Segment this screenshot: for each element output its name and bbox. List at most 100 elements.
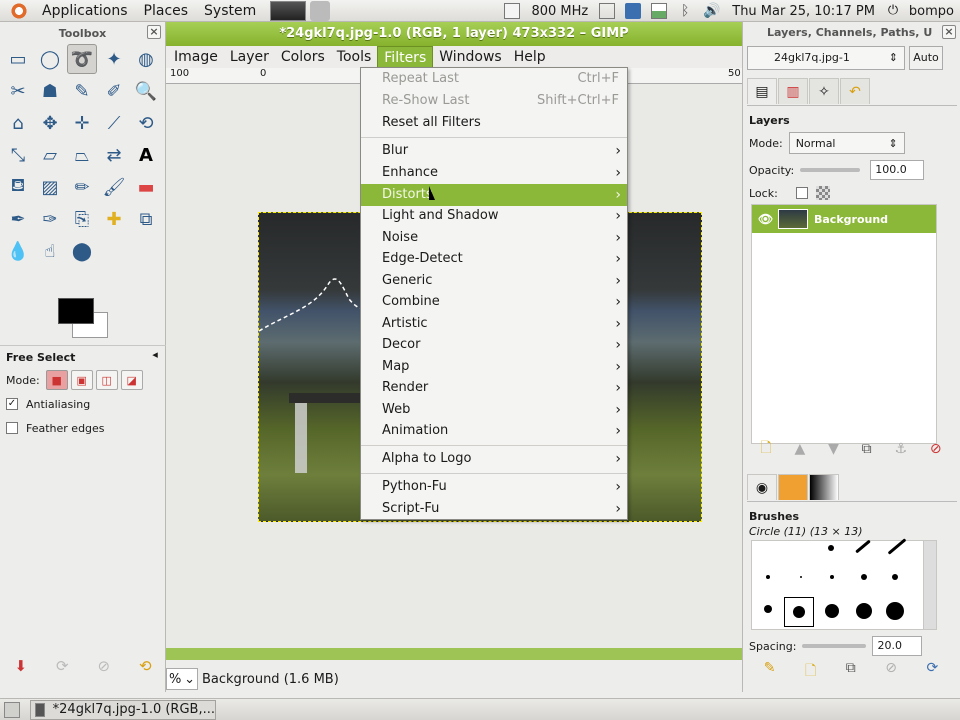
image-selector[interactable]: 24gkl7q.jpg-1 ⇕: [747, 46, 905, 70]
filter-script-fu-item[interactable]: Script-Fu ›: [361, 498, 627, 520]
delete-layer-icon[interactable]: ⊘: [930, 441, 942, 457]
brush-swatch[interactable]: [793, 606, 805, 618]
lower-layer-icon[interactable]: ▼: [828, 441, 839, 457]
dock-close-icon[interactable]: ×: [942, 25, 956, 39]
brush-swatch[interactable]: [825, 604, 839, 618]
dodge-burn-icon[interactable]: ⬤: [67, 236, 97, 266]
reset-options-icon[interactable]: ⟲: [139, 657, 152, 675]
network-icon[interactable]: [625, 3, 642, 19]
fuzzy-select-icon[interactable]: ✦: [99, 44, 129, 74]
opacity-slider[interactable]: [800, 168, 861, 172]
filter-python-fu-item[interactable]: Python-Fu ›: [361, 476, 627, 498]
mode-add-icon[interactable]: ▣: [70, 370, 93, 390]
filter-enhance-item[interactable]: Enhance ›: [361, 162, 627, 184]
new-brush-icon[interactable]: 🗋: [805, 660, 816, 682]
brush-swatch[interactable]: [828, 545, 834, 551]
lock-pixels-checkbox[interactable]: [795, 187, 808, 199]
menu-help[interactable]: Help: [508, 46, 552, 68]
duplicate-layer-icon[interactable]: ⧉: [862, 441, 872, 457]
smudge-icon[interactable]: ☝: [35, 236, 65, 266]
paths-icon[interactable]: ✎: [67, 76, 97, 106]
brush-swatch[interactable]: [830, 575, 834, 579]
delete-options-icon[interactable]: ⊘: [97, 657, 110, 675]
filter-blur-item[interactable]: Blur ›: [361, 140, 627, 162]
airbrush-icon[interactable]: ✒: [3, 204, 33, 234]
edit-brush-icon[interactable]: ✎: [764, 660, 776, 682]
anchor-layer-icon[interactable]: ⚓: [894, 441, 907, 457]
patterns-tab-icon[interactable]: [778, 474, 808, 500]
tool-options-menu-icon[interactable]: ◂: [148, 349, 162, 363]
channels-tab-icon[interactable]: ▥: [778, 78, 808, 104]
new-layer-icon[interactable]: 🗋: [760, 437, 771, 461]
delete-brush-icon[interactable]: ⊘: [885, 660, 897, 682]
scale-icon[interactable]: ⤡: [3, 140, 33, 170]
undo-tab-icon[interactable]: ↶: [840, 78, 870, 104]
clock[interactable]: Thu Mar 25, 10:17 PM: [732, 4, 875, 19]
eraser-icon[interactable]: ▬: [131, 172, 161, 202]
antialiasing-checkbox[interactable]: ✓: [6, 398, 18, 410]
repeat-last-item[interactable]: Repeat Last Ctrl+F: [361, 68, 627, 90]
filter-render-item[interactable]: Render ›: [361, 377, 627, 399]
brush-swatch[interactable]: [855, 539, 871, 554]
measure-icon[interactable]: ⌂: [3, 108, 33, 138]
shear-icon[interactable]: ▱: [35, 140, 65, 170]
mode-intersect-icon[interactable]: ◪: [120, 370, 143, 390]
foreground-color[interactable]: [58, 298, 94, 324]
filter-noise-item[interactable]: Noise ›: [361, 227, 627, 249]
text-icon[interactable]: A: [131, 140, 161, 170]
gradients-tab-icon[interactable]: [809, 474, 839, 500]
brush-swatch[interactable]: [764, 605, 772, 613]
layers-tab-icon[interactable]: ▤: [747, 78, 777, 104]
image-window-titlebar[interactable]: *24gkl7q.jpg-1.0 (RGB, 1 layer) 473x332 …: [166, 22, 742, 46]
filter-distorts-item[interactable]: Distorts ›: [361, 184, 627, 206]
taskbar-button-gimp[interactable]: *24gkl7q.jpg-1.0 (RGB,...: [30, 699, 216, 720]
battery-icon[interactable]: [651, 3, 668, 19]
menu-tools[interactable]: Tools: [331, 46, 378, 68]
menu-layer[interactable]: Layer: [224, 46, 275, 68]
image-horizontal-scrollbar[interactable]: [166, 648, 742, 660]
filter-decor-item[interactable]: Decor ›: [361, 334, 627, 356]
antialiasing-row[interactable]: ✓ Antialiasing: [0, 392, 166, 416]
rect-select-icon[interactable]: ▭: [3, 44, 33, 74]
brush-grid[interactable]: [751, 538, 935, 630]
filter-light-shadow-item[interactable]: Light and Shadow ›: [361, 205, 627, 227]
heal-icon[interactable]: ✚: [99, 204, 129, 234]
auto-button[interactable]: Auto: [909, 46, 943, 70]
duplicate-brush-icon[interactable]: ⧉: [846, 660, 856, 682]
brush-swatch[interactable]: [856, 603, 872, 619]
bucket-fill-icon[interactable]: ⛾: [3, 172, 33, 202]
color-picker-icon[interactable]: ✐: [99, 76, 129, 106]
crop-icon[interactable]: ⟋: [99, 108, 129, 138]
brush-swatch[interactable]: [861, 574, 867, 580]
select-by-color-icon[interactable]: ◍: [131, 44, 161, 74]
reshow-last-item[interactable]: Re-Show Last Shift+Ctrl+F: [361, 90, 627, 112]
places-menu[interactable]: Places: [136, 0, 197, 22]
paintbrush-icon[interactable]: 🖌: [99, 172, 129, 202]
zoom-icon[interactable]: 🔍: [131, 76, 161, 106]
filter-map-item[interactable]: Map ›: [361, 356, 627, 378]
filter-edge-detect-item[interactable]: Edge-Detect ›: [361, 248, 627, 270]
refresh-brushes-icon[interactable]: ⟳: [926, 660, 938, 682]
raise-layer-icon[interactable]: ▲: [794, 441, 805, 457]
keyboard-icon[interactable]: [599, 3, 616, 19]
brush-swatch[interactable]: [766, 575, 770, 579]
perspective-clone-icon[interactable]: ⧉: [131, 204, 161, 234]
eye-icon[interactable]: 👁: [758, 212, 773, 226]
save-options-icon[interactable]: ⬇: [14, 657, 27, 675]
toolbox-close-icon[interactable]: ×: [147, 25, 161, 39]
spacing-slider[interactable]: [802, 644, 867, 648]
restore-options-icon[interactable]: ⟳: [56, 657, 69, 675]
lock-alpha-icon[interactable]: [815, 186, 830, 200]
gimp-launcher-icon[interactable]: [310, 0, 331, 21]
brush-swatch[interactable]: [892, 574, 898, 580]
layer-name[interactable]: Background: [814, 213, 888, 226]
menu-colors[interactable]: Colors: [275, 46, 331, 68]
filter-animation-item[interactable]: Animation ›: [361, 420, 627, 442]
unit-select[interactable]: % ⌄: [166, 668, 198, 690]
brush-swatch[interactable]: [887, 538, 907, 555]
align-icon[interactable]: ✛: [67, 108, 97, 138]
feather-checkbox[interactable]: [6, 422, 18, 434]
feather-row[interactable]: Feather edges: [0, 416, 166, 440]
pencil-icon[interactable]: ✏: [67, 172, 97, 202]
brush-scrollbar[interactable]: [923, 540, 937, 630]
